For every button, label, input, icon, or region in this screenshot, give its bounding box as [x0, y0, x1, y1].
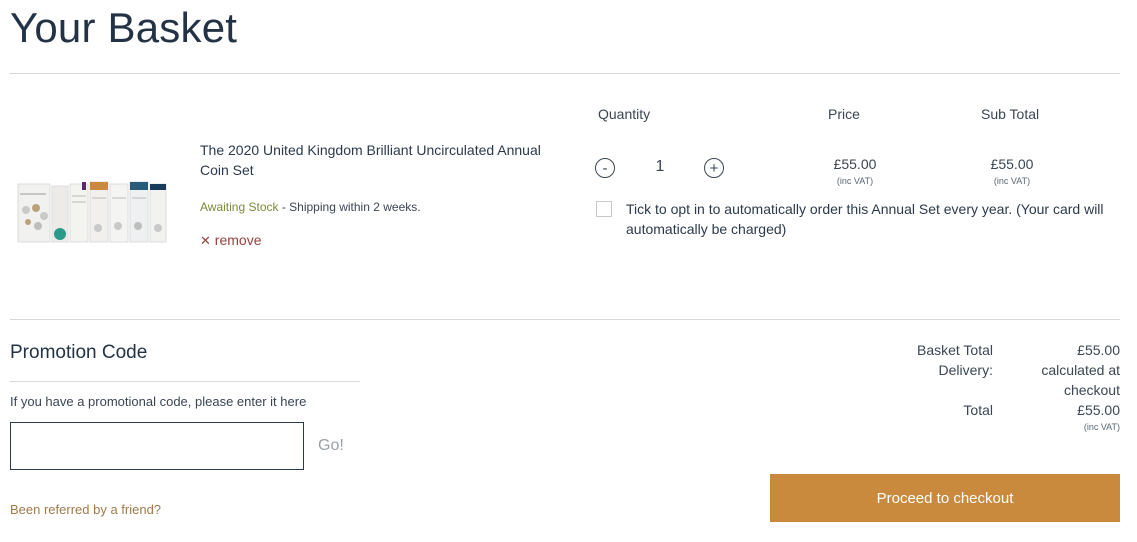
delivery-value-line1: calculated at	[1041, 362, 1120, 378]
promotion-divider	[10, 381, 360, 382]
annual-optin-label: Tick to opt in to automatically order th…	[626, 201, 1104, 237]
basket-total-value: £55.00	[1077, 342, 1120, 358]
product-image[interactable]	[16, 180, 168, 246]
subtotal-column-header: Sub Total	[981, 106, 1040, 122]
promotion-code-title: Promotion Code	[10, 342, 148, 363]
header-divider	[10, 73, 1120, 74]
item-subtotal: £55.00	[990, 156, 1034, 172]
item-price: £55.00	[833, 156, 877, 172]
apply-promotion-button[interactable]: Go!	[318, 437, 344, 455]
price-column-header: Price	[828, 106, 860, 122]
promotion-code-input[interactable]	[10, 422, 304, 470]
promotion-code-help: If you have a promotional code, please e…	[10, 394, 307, 409]
remove-item-link[interactable]: ✕ remove	[200, 232, 261, 249]
delivery-label: Delivery:	[938, 362, 993, 378]
delivery-value-line2: checkout	[1063, 382, 1120, 398]
plus-icon: +	[709, 159, 719, 177]
coin-set-folder-image	[17, 181, 167, 243]
basket-total-label: Basket Total	[916, 342, 993, 358]
decrease-quantity-button[interactable]: -	[595, 158, 615, 178]
total-value: £55.00	[1077, 402, 1120, 418]
stock-shipping-note: - Shipping within 2 weeks.	[278, 200, 421, 214]
minus-icon: -	[602, 159, 608, 177]
referred-by-friend-link[interactable]: Been referred by a friend?	[10, 502, 161, 517]
remove-label: remove	[214, 232, 262, 248]
increase-quantity-button[interactable]: +	[704, 158, 724, 178]
stock-status-label: Awaiting Stock	[200, 200, 279, 214]
item-divider	[10, 319, 1120, 320]
annual-optin-checkbox[interactable]	[596, 201, 612, 217]
item-subtotal-vat-note: (inc VAT)	[993, 176, 1031, 186]
proceed-to-checkout-label: Proceed to checkout	[876, 489, 1014, 507]
item-price-vat-note: (inc VAT)	[836, 176, 874, 186]
quantity-value: 1	[655, 158, 665, 175]
total-label: Total	[963, 402, 993, 418]
quantity-column-header: Quantity	[598, 106, 651, 122]
close-icon: ✕	[200, 233, 211, 248]
page-title: Your Basket	[10, 4, 238, 51]
stock-status: Awaiting Stock - Shipping within 2 weeks…	[200, 200, 421, 214]
total-vat-note: (inc VAT)	[1083, 422, 1120, 432]
product-name[interactable]: The 2020 United Kingdom Brilliant Uncirc…	[200, 140, 570, 180]
proceed-to-checkout-button[interactable]: Proceed to checkout	[770, 474, 1120, 522]
